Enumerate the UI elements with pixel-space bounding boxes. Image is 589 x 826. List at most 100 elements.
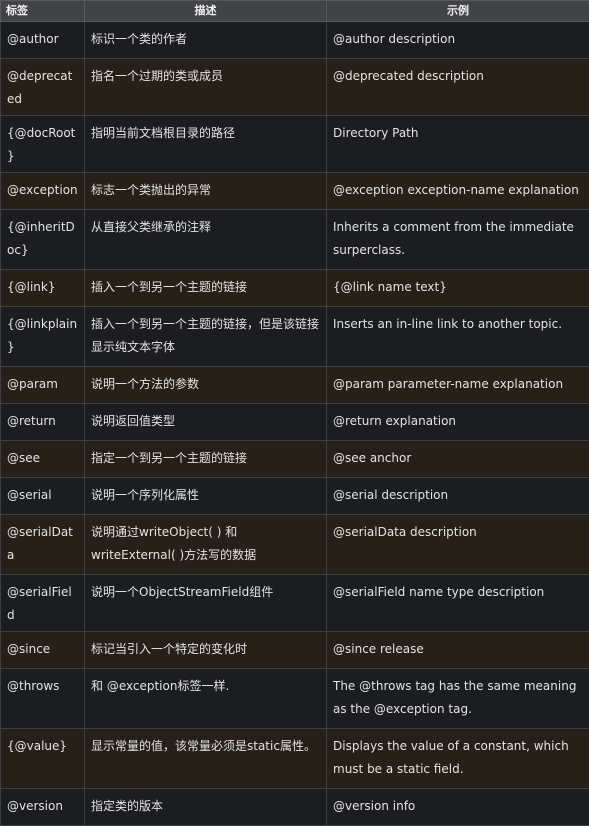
- description-cell: 从直接父类继承的注释: [85, 210, 327, 270]
- example-cell: @serialField name type description: [327, 575, 589, 632]
- table-row: @version 指定类的版本 @version info: [1, 789, 589, 826]
- description-text: 说明返回值类型: [91, 410, 320, 433]
- tag-cell: @exception: [1, 173, 85, 210]
- description-text: 标记当引入一个特定的变化时: [91, 638, 320, 661]
- description-cell: 标记当引入一个特定的变化时: [85, 632, 327, 669]
- description-text: 显示常量的值，该常量必须是static属性。: [91, 735, 320, 758]
- example-cell: @serialData description: [327, 515, 589, 575]
- table-row: @serial 说明一个序列化属性 @serial description: [1, 478, 589, 515]
- example-cell: @author description: [327, 22, 589, 59]
- description-cell: 指名一个过期的类或成员: [85, 59, 327, 116]
- header-example: 示例: [327, 1, 589, 22]
- example-text: @version info: [333, 795, 583, 818]
- table-row: @deprecated 指名一个过期的类或成员 @deprecated desc…: [1, 59, 589, 116]
- tag-text: @serial: [7, 484, 78, 507]
- example-text: The @throws tag has the same meaning as …: [333, 675, 583, 721]
- description-cell: 说明通过writeObject( ) 和 writeExternal( )方法写…: [85, 515, 327, 575]
- description-text: 从直接父类继承的注释: [91, 216, 320, 239]
- example-text: @deprecated description: [333, 65, 583, 88]
- header-tag: 标签: [1, 1, 85, 22]
- tag-cell: @param: [1, 367, 85, 404]
- tag-text: @see: [7, 447, 78, 470]
- example-cell: The @throws tag has the same meaning as …: [327, 669, 589, 729]
- tag-text: @throws: [7, 675, 78, 698]
- table-row: {@value} 显示常量的值，该常量必须是static属性。 Displays…: [1, 729, 589, 789]
- table-row: @param 说明一个方法的参数 @param parameter-name e…: [1, 367, 589, 404]
- tag-cell: @serialData: [1, 515, 85, 575]
- example-cell: @return explanation: [327, 404, 589, 441]
- tag-cell: @see: [1, 441, 85, 478]
- tag-cell: {@linkplain}: [1, 307, 85, 367]
- javadoc-tags-table: 标签 描述 示例 @author 标识一个类的作者 @author descri…: [0, 0, 589, 826]
- description-cell: 指明当前文档根目录的路径: [85, 116, 327, 173]
- table-row: @throws 和 @exception标签一样. The @throws ta…: [1, 669, 589, 729]
- description-cell: 和 @exception标签一样.: [85, 669, 327, 729]
- description-text: 说明一个方法的参数: [91, 373, 320, 396]
- tag-cell: @serial: [1, 478, 85, 515]
- table-row: @since 标记当引入一个特定的变化时 @since release: [1, 632, 589, 669]
- example-text: {@link name text}: [333, 276, 583, 299]
- example-cell: @version info: [327, 789, 589, 826]
- tag-cell: @serialField: [1, 575, 85, 632]
- description-text: 指定类的版本: [91, 795, 320, 818]
- tag-text: @version: [7, 795, 78, 818]
- example-cell: Inserts an in-line link to another topic…: [327, 307, 589, 367]
- example-text: @return explanation: [333, 410, 583, 433]
- table-row: {@inheritDoc} 从直接父类继承的注释 Inherits a comm…: [1, 210, 589, 270]
- tag-text: @return: [7, 410, 78, 433]
- example-text: Directory Path: [333, 122, 583, 145]
- description-text: 指明当前文档根目录的路径: [91, 122, 320, 145]
- table-row: {@linkplain} 插入一个到另一个主题的链接，但是该链接显示纯文本字体 …: [1, 307, 589, 367]
- tag-cell: @version: [1, 789, 85, 826]
- example-cell: @deprecated description: [327, 59, 589, 116]
- tag-text: {@inheritDoc}: [7, 216, 78, 262]
- example-cell: {@link name text}: [327, 270, 589, 307]
- table-row: @return 说明返回值类型 @return explanation: [1, 404, 589, 441]
- example-text: @serialData description: [333, 521, 583, 544]
- table-header-row: 标签 描述 示例: [1, 1, 589, 22]
- example-text: @see anchor: [333, 447, 583, 470]
- description-cell: 显示常量的值，该常量必须是static属性。: [85, 729, 327, 789]
- tag-cell: @return: [1, 404, 85, 441]
- table-row: {@docRoot} 指明当前文档根目录的路径 Directory Path: [1, 116, 589, 173]
- tag-text: @exception: [7, 179, 78, 202]
- tag-cell: {@docRoot}: [1, 116, 85, 173]
- tag-cell: @since: [1, 632, 85, 669]
- tag-text: {@docRoot}: [7, 122, 78, 168]
- example-cell: @param parameter-name explanation: [327, 367, 589, 404]
- example-cell: Directory Path: [327, 116, 589, 173]
- example-cell: @exception exception-name explanation: [327, 173, 589, 210]
- description-cell: 插入一个到另一个主题的链接: [85, 270, 327, 307]
- description-text: 和 @exception标签一样.: [91, 675, 320, 698]
- description-text: 标识一个类的作者: [91, 28, 320, 51]
- example-text: Inserts an in-line link to another topic…: [333, 313, 583, 336]
- description-cell: 标识一个类的作者: [85, 22, 327, 59]
- tag-text: {@link}: [7, 276, 78, 299]
- description-text: 指名一个过期的类或成员: [91, 65, 320, 88]
- example-text: @param parameter-name explanation: [333, 373, 583, 396]
- example-cell: @since release: [327, 632, 589, 669]
- table-row: {@link} 插入一个到另一个主题的链接 {@link name text}: [1, 270, 589, 307]
- example-text: @serialField name type description: [333, 581, 583, 604]
- example-text: @since release: [333, 638, 583, 661]
- tag-text: @deprecated: [7, 65, 78, 111]
- table-row: @see 指定一个到另一个主题的链接 @see anchor: [1, 441, 589, 478]
- tag-text: @author: [7, 28, 78, 51]
- tag-text: {@linkplain}: [7, 313, 78, 359]
- description-text: 指定一个到另一个主题的链接: [91, 447, 320, 470]
- example-text: @exception exception-name explanation: [333, 179, 583, 202]
- example-cell: @serial description: [327, 478, 589, 515]
- table-row: @author 标识一个类的作者 @author description: [1, 22, 589, 59]
- description-text: 插入一个到另一个主题的链接，但是该链接显示纯文本字体: [91, 313, 320, 359]
- example-text: Inherits a comment from the immediate su…: [333, 216, 583, 262]
- description-cell: 说明一个方法的参数: [85, 367, 327, 404]
- description-text: 标志一个类抛出的异常: [91, 179, 320, 202]
- tag-cell: {@link}: [1, 270, 85, 307]
- description-cell: 标志一个类抛出的异常: [85, 173, 327, 210]
- description-cell: 插入一个到另一个主题的链接，但是该链接显示纯文本字体: [85, 307, 327, 367]
- description-text: 插入一个到另一个主题的链接: [91, 276, 320, 299]
- example-cell: Displays the value of a constant, which …: [327, 729, 589, 789]
- example-text: @serial description: [333, 484, 583, 507]
- description-text: 说明通过writeObject( ) 和 writeExternal( )方法写…: [91, 521, 320, 567]
- table-row: @serialField 说明一个ObjectStreamField组件 @se…: [1, 575, 589, 632]
